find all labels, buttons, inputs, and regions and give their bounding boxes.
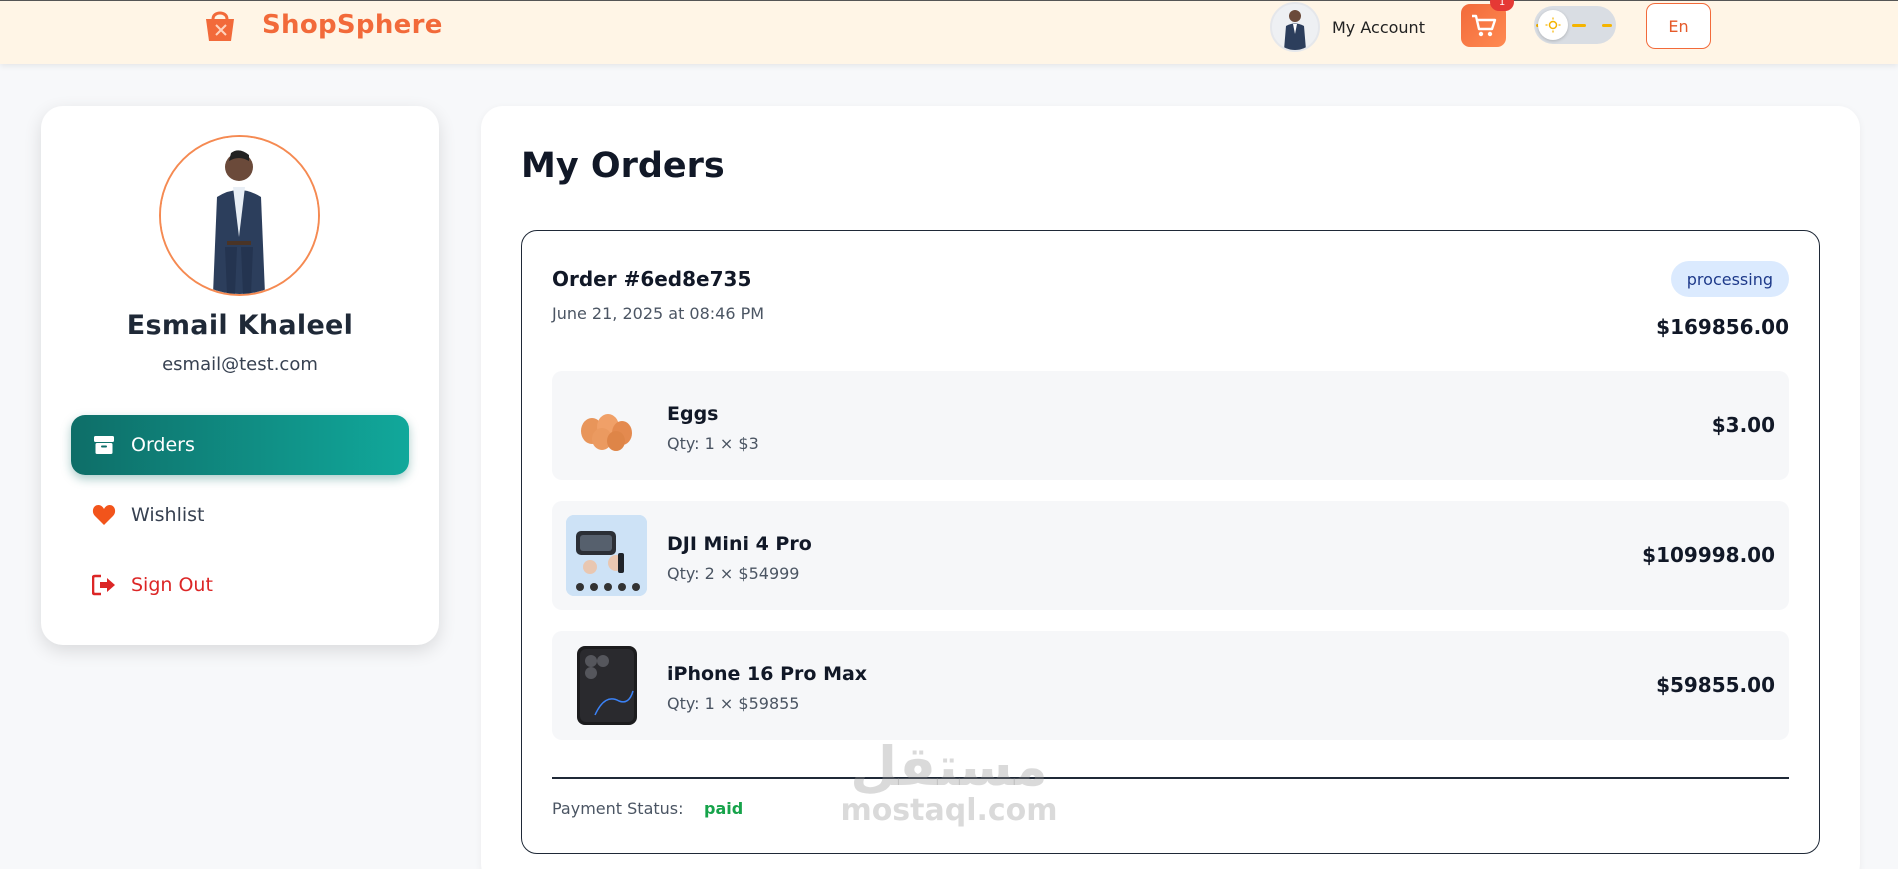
- payment-status-value: paid: [704, 799, 744, 818]
- item-price: $59855.00: [1656, 673, 1775, 697]
- my-account-label: My Account: [1332, 17, 1425, 37]
- eggs-image-icon: [566, 385, 647, 466]
- cart-count-badge: 1: [1490, 0, 1514, 11]
- profile-name: Esmail Khaleel: [126, 310, 354, 341]
- order-total: $169856.00: [1656, 315, 1789, 339]
- theme-toggle[interactable]: [1534, 6, 1616, 44]
- sidebar-item-label: Wishlist: [131, 504, 205, 526]
- sidebar-item-label: Sign Out: [131, 574, 213, 596]
- item-price: $109998.00: [1642, 543, 1775, 567]
- item-quantity: Qty: 1 × $59855: [667, 694, 800, 713]
- sun-icon: [1538, 10, 1568, 40]
- user-avatar-icon: [1284, 10, 1306, 50]
- heart-icon: [91, 502, 117, 528]
- item-quantity: Qty: 2 × $54999: [667, 564, 800, 583]
- sidebar-item-wishlist[interactable]: Wishlist: [71, 485, 409, 545]
- item-name: Eggs: [667, 403, 719, 425]
- item-name: iPhone 16 Pro Max: [667, 663, 868, 685]
- cart-icon: [1471, 14, 1496, 36]
- order-id: Order #6ed8e735: [552, 267, 752, 291]
- language-button[interactable]: En: [1646, 3, 1711, 49]
- page-title: My Orders: [521, 146, 725, 186]
- profile-avatar: [159, 135, 320, 296]
- order-date: June 21, 2025 at 08:46 PM: [552, 304, 765, 323]
- sidebar-item-signout[interactable]: Sign Out: [71, 555, 409, 615]
- toggle-accent: [1602, 24, 1612, 27]
- order-item-row: iPhone 16 Pro Max Qty: 1 × $59855 $59855…: [552, 631, 1789, 740]
- top-navbar: ShopSphere My Account 1 En: [0, 0, 1898, 64]
- order-card: Order #6ed8e735 June 21, 2025 at 08:46 P…: [521, 230, 1820, 854]
- order-item-row: DJI Mini 4 Pro Qty: 2 × $54999 $109998.0…: [552, 501, 1789, 610]
- drone-image-icon: [566, 515, 647, 596]
- sign-out-icon: [91, 572, 117, 598]
- avatar: [1270, 2, 1320, 52]
- item-name: DJI Mini 4 Pro: [667, 533, 812, 555]
- toggle-accent: [1572, 24, 1586, 27]
- user-photo-icon: [161, 137, 318, 294]
- brand-logo[interactable]: ShopSphere: [200, 7, 443, 43]
- item-quantity: Qty: 1 × $3: [667, 434, 759, 453]
- item-price: $3.00: [1711, 413, 1775, 437]
- sidebar-item-label: Orders: [131, 434, 195, 456]
- order-item-row: Eggs Qty: 1 × $3 $3.00: [552, 371, 1789, 480]
- my-account-link[interactable]: My Account: [1270, 2, 1425, 52]
- payment-status-label: Payment Status:: [552, 799, 684, 818]
- brand-name: ShopSphere: [262, 10, 443, 40]
- profile-email: esmail@test.com: [162, 354, 318, 375]
- divider: [552, 777, 1789, 779]
- status-badge: processing: [1670, 261, 1789, 297]
- shopping-bag-icon: [206, 11, 234, 41]
- box-icon: [91, 432, 117, 458]
- profile-sidebar: Esmail Khaleel esmail@test.com Orders Wi…: [41, 106, 439, 645]
- phone-image-icon: [566, 645, 647, 726]
- sidebar-item-orders[interactable]: Orders: [71, 415, 409, 475]
- main-content: My Orders Order #6ed8e735 June 21, 2025 …: [481, 106, 1860, 869]
